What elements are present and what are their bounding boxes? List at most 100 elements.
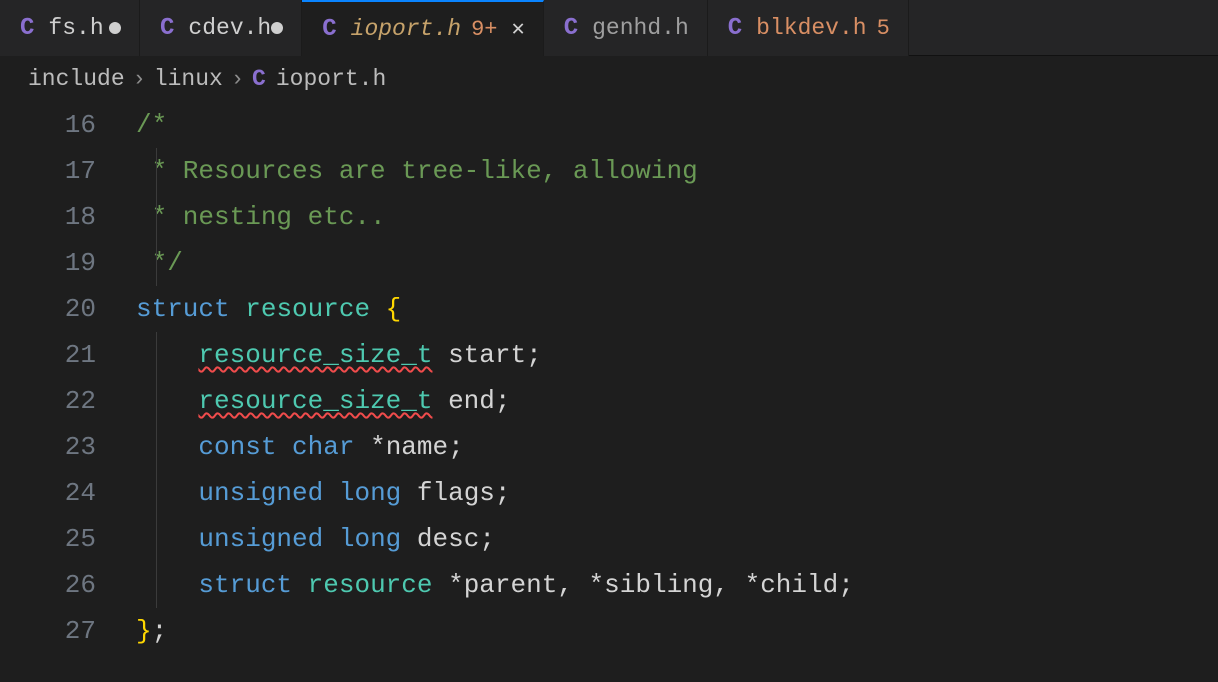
line-number: 25 [0, 516, 96, 562]
breadcrumb-segment[interactable]: include [28, 66, 125, 92]
code-token: resource [245, 294, 370, 324]
tab-genhd-h[interactable]: C genhd.h [544, 0, 708, 56]
tab-label: genhd.h [592, 15, 689, 41]
code-line[interactable]: struct resource { [136, 286, 1218, 332]
line-number: 26 [0, 562, 96, 608]
line-number: 18 [0, 194, 96, 240]
c-file-icon: C [322, 16, 336, 43]
indent-guide [156, 148, 157, 194]
code-line[interactable]: /* [136, 102, 1218, 148]
code-token: resource_size_t [198, 340, 432, 370]
code-token: end [448, 386, 495, 416]
line-number: 21 [0, 332, 96, 378]
problems-badge: 5 [877, 16, 890, 41]
code-token [276, 432, 292, 462]
tab-label: cdev.h [188, 15, 271, 41]
tab-bar: C fs.h C cdev.h C ioport.h 9+ ✕ C genhd.… [0, 0, 1218, 56]
code-token: } [136, 616, 152, 646]
code-line[interactable]: struct resource *parent, *sibling, *chil… [136, 562, 1218, 608]
indent-guide [156, 332, 157, 378]
code-token: resource_size_t [198, 386, 432, 416]
code-line[interactable]: * Resources are tree-like, allowing [136, 148, 1218, 194]
code-token: ; [526, 340, 542, 370]
code-token [432, 340, 448, 370]
line-number: 17 [0, 148, 96, 194]
code-token: , [713, 570, 744, 600]
chevron-right-icon: › [231, 67, 244, 92]
dirty-dot-icon [109, 22, 121, 34]
line-number: 27 [0, 608, 96, 654]
tab-label: fs.h [48, 15, 103, 41]
code-token [230, 294, 246, 324]
code-token: ; [495, 386, 511, 416]
code-token: desc [417, 524, 479, 554]
code-token: struct [136, 294, 230, 324]
line-number: 24 [0, 470, 96, 516]
indent-guide [156, 516, 157, 562]
code-line[interactable]: * nesting etc.. [136, 194, 1218, 240]
breadcrumb-segment[interactable]: linux [154, 66, 223, 92]
code-token: * nesting etc.. [136, 202, 386, 232]
code-token: { [386, 294, 402, 324]
code-token: ; [448, 432, 464, 462]
breadcrumb[interactable]: include › linux › C ioport.h [0, 56, 1218, 102]
code-token [136, 340, 198, 370]
code-token: struct [198, 570, 292, 600]
code-token: ; [152, 616, 168, 646]
code-token: * Resources are tree-like, allowing [136, 156, 698, 186]
code-line[interactable]: const char *name; [136, 424, 1218, 470]
c-file-icon: C [728, 15, 742, 42]
dirty-dot-icon [271, 22, 283, 34]
code-token: resource [308, 570, 433, 600]
indent-guide [156, 240, 157, 286]
line-number: 22 [0, 378, 96, 424]
code-token: char [292, 432, 354, 462]
code-token [370, 294, 386, 324]
code-line[interactable]: */ [136, 240, 1218, 286]
code-line[interactable]: }; [136, 608, 1218, 654]
indent-guide [156, 562, 157, 608]
code-token [136, 478, 198, 508]
code-token: * [589, 570, 605, 600]
code-token: const [198, 432, 276, 462]
code-editor[interactable]: 161718192021222324252627 /* * Resources … [0, 102, 1218, 682]
line-number: 20 [0, 286, 96, 332]
line-number: 16 [0, 102, 96, 148]
problems-badge: 9+ [471, 17, 497, 42]
tab-ioport-h[interactable]: C ioport.h 9+ ✕ [302, 0, 543, 56]
code-area[interactable]: /* * Resources are tree-like, allowing *… [116, 102, 1218, 682]
indent-guide [156, 378, 157, 424]
code-line[interactable]: resource_size_t end; [136, 378, 1218, 424]
tab-cdev-h[interactable]: C cdev.h [140, 0, 302, 56]
indent-guide [156, 424, 157, 470]
code-token [323, 478, 339, 508]
tab-label: ioport.h [351, 16, 461, 42]
code-token: unsigned [198, 524, 323, 554]
code-token [401, 478, 417, 508]
close-icon[interactable]: ✕ [511, 16, 524, 42]
code-token [136, 570, 198, 600]
code-line[interactable]: resource_size_t start; [136, 332, 1218, 378]
line-number-gutter: 161718192021222324252627 [0, 102, 116, 682]
code-token [323, 524, 339, 554]
code-token: ; [479, 524, 495, 554]
tab-fs-h[interactable]: C fs.h [0, 0, 140, 56]
c-file-icon: C [564, 15, 578, 42]
code-token [354, 432, 370, 462]
line-number: 23 [0, 424, 96, 470]
c-file-icon: C [20, 15, 34, 42]
code-line[interactable]: unsigned long flags; [136, 470, 1218, 516]
code-token: sibling [604, 570, 713, 600]
c-file-icon: C [160, 15, 174, 42]
code-token: parent [464, 570, 558, 600]
indent-guide [156, 470, 157, 516]
code-token: child [760, 570, 838, 600]
code-token: long [339, 478, 401, 508]
code-token: flags [417, 478, 495, 508]
tab-blkdev-h[interactable]: C blkdev.h 5 [708, 0, 909, 56]
breadcrumb-file[interactable]: ioport.h [276, 66, 386, 92]
tab-label: blkdev.h [756, 15, 866, 41]
code-token: unsigned [198, 478, 323, 508]
code-token: name [386, 432, 448, 462]
code-line[interactable]: unsigned long desc; [136, 516, 1218, 562]
